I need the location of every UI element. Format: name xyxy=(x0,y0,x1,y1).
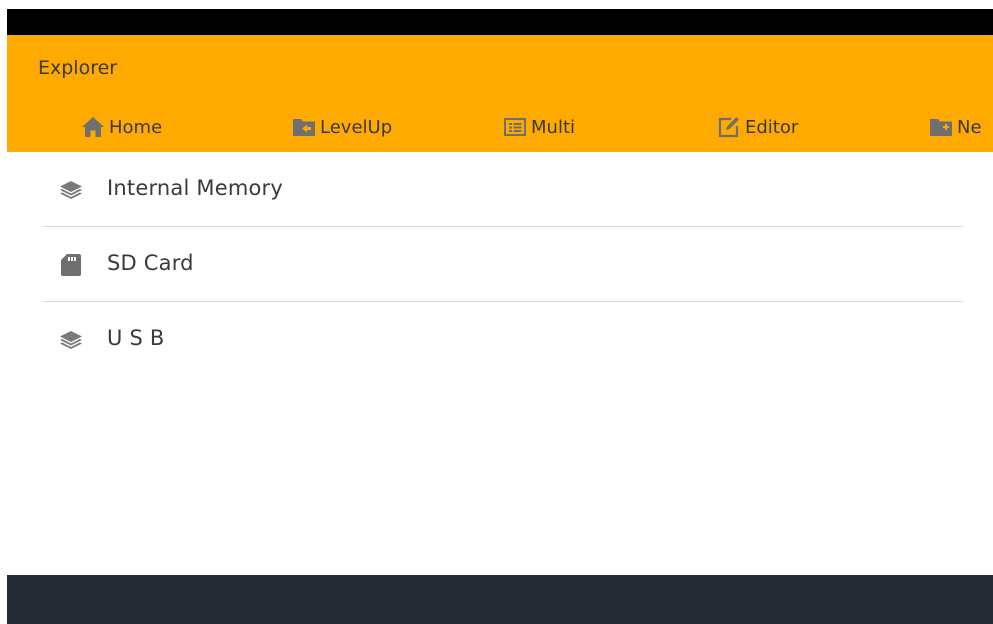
editor-button[interactable]: Editor xyxy=(717,113,798,141)
list-item-internal-memory[interactable]: Internal Memory xyxy=(7,152,993,227)
layers-icon xyxy=(59,178,83,202)
list-item-label: SD Card xyxy=(107,251,194,275)
layers-icon xyxy=(59,328,83,352)
levelup-button[interactable]: LevelUp xyxy=(292,113,392,141)
frame-left xyxy=(0,0,7,624)
status-bar xyxy=(7,9,993,35)
home-icon xyxy=(81,116,105,138)
frame-top xyxy=(7,0,993,9)
home-label: Home xyxy=(109,116,163,138)
multi-button[interactable]: Multi xyxy=(503,113,575,141)
folder-back-icon xyxy=(292,116,316,138)
multi-select-icon xyxy=(503,116,527,138)
folder-add-icon xyxy=(929,116,953,138)
sd-card-icon xyxy=(59,253,83,277)
app-header: Explorer Home LevelUp Multi Editor Ne xyxy=(7,35,993,152)
levelup-label: LevelUp xyxy=(320,116,393,138)
bottom-navigation-bar xyxy=(7,575,993,624)
storage-list: Internal Memory SD Card U S B xyxy=(7,152,993,377)
list-item-usb[interactable]: U S B xyxy=(7,302,993,377)
app-title: Explorer xyxy=(38,57,118,79)
home-button[interactable]: Home xyxy=(81,113,162,141)
edit-icon xyxy=(717,116,741,138)
new-button[interactable]: Ne xyxy=(929,113,982,141)
list-item-label: U S B xyxy=(107,326,165,350)
multi-label: Multi xyxy=(531,116,575,138)
new-label: Ne xyxy=(957,116,982,138)
list-item-label: Internal Memory xyxy=(107,176,284,200)
screen: Explorer Home LevelUp Multi Editor Ne In… xyxy=(0,0,993,624)
editor-label: Editor xyxy=(745,116,799,138)
list-item-sd-card[interactable]: SD Card xyxy=(7,227,993,302)
